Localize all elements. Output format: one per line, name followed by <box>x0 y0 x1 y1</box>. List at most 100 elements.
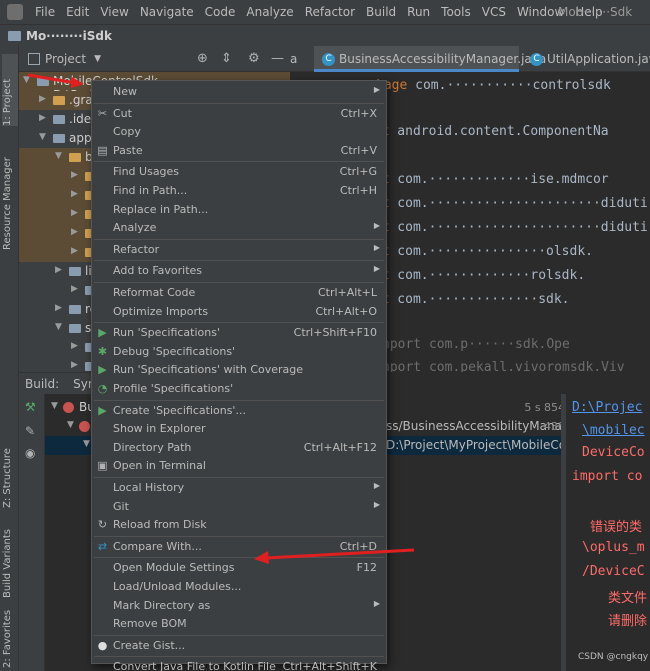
tab-label: BusinessAccessibilityManager.java <box>339 52 547 66</box>
tab-project[interactable]: 1: Project <box>2 54 18 126</box>
menu-separator <box>94 634 384 636</box>
menu-code[interactable]: Code <box>199 0 241 24</box>
menu-item-label: Mark Directory as <box>113 598 211 612</box>
menu-build[interactable]: Build <box>360 0 401 24</box>
tab-business-accessibility-manager[interactable]: C BusinessAccessibilityManager.java <box>314 46 546 72</box>
menu-separator <box>94 535 384 537</box>
tab-build-variants[interactable]: Build Variants <box>2 508 18 598</box>
eye-icon[interactable]: ◉ <box>25 446 35 460</box>
menu-item-replace-in-path[interactable]: Replace in Path... <box>92 201 386 220</box>
expand-arrow-icon[interactable]: ▶ <box>71 284 78 294</box>
code-text: com.·············rolsdk. <box>389 268 586 283</box>
chevron-down-icon[interactable]: ▼ <box>94 54 101 64</box>
menu-item-mark-directory-as[interactable]: Mark Directory as ▶ <box>92 597 386 616</box>
expand-arrow-icon[interactable]: ▶ <box>71 360 78 370</box>
menu-vcs[interactable]: VCS <box>476 0 511 24</box>
menu-item-git[interactable]: Git ▶ <box>92 498 386 517</box>
submenu-arrow-icon: ▶ <box>373 85 380 94</box>
code-line: ort com.···············olsdk. <box>366 244 593 259</box>
menu-file[interactable]: File <box>29 0 60 24</box>
expand-arrow-icon[interactable]: ▶ <box>39 113 46 123</box>
menu-analyze[interactable]: Analyze <box>240 0 298 24</box>
menu-item-open-in-terminal[interactable]: ▣ Open in Terminal <box>92 457 386 476</box>
menu-separator <box>94 238 384 240</box>
hammer-icon[interactable]: ⚒ <box>25 400 36 414</box>
expand-arrow-icon[interactable]: ▶ <box>71 246 78 256</box>
menu-item-remove-bom[interactable]: Remove BOM <box>92 615 386 634</box>
menu-item-label: Create 'Specifications'... <box>113 403 246 417</box>
menu-item-create-specifications[interactable]: ▶ Create 'Specifications'... <box>92 402 386 421</box>
class-icon: C <box>530 53 543 66</box>
menu-run[interactable]: Run <box>401 0 435 24</box>
menu-item-refactor[interactable]: Refactor ▶ <box>92 241 386 260</box>
menu-item-load-unload-modules[interactable]: Load/Unload Modules... <box>92 578 386 597</box>
expand-arrow-icon[interactable]: ▼ <box>55 151 62 161</box>
menu-item-icon: ▣ <box>97 459 108 473</box>
code-line: ort com.·············ise.mdmcor <box>366 172 609 187</box>
breadcrumb-project[interactable]: Mo········iSdk <box>26 29 112 43</box>
expand-arrow-icon[interactable]: ▶ <box>71 208 78 218</box>
expand-arrow-icon[interactable]: ▶ <box>39 94 46 104</box>
output-line[interactable]: D:\Projec <box>572 400 642 415</box>
menu-item-create-gist[interactable]: ● Create Gist... <box>92 637 386 656</box>
expand-arrow-icon[interactable]: ▶ <box>55 265 62 275</box>
menu-item-icon: ✱ <box>97 344 108 358</box>
menu-refactor[interactable]: Refactor <box>299 0 360 24</box>
menu-item-local-history[interactable]: Local History ▶ <box>92 479 386 498</box>
menu-item-optimize-imports[interactable]: Optimize Imports Ctrl+Alt+O <box>92 303 386 322</box>
expand-arrow-icon[interactable]: ▶ <box>71 341 78 351</box>
tab-favorites[interactable]: 2: Favorites <box>2 598 18 668</box>
menu-tools[interactable]: Tools <box>435 0 476 24</box>
menu-item-label: Paste <box>113 143 143 157</box>
expand-arrow-icon[interactable]: ▼ <box>39 132 46 142</box>
menu-item-find-in-path[interactable]: Find in Path... Ctrl+H <box>92 182 386 201</box>
menu-item-reload-from-disk[interactable]: ↻ Reload from Disk <box>92 516 386 535</box>
menu-item-paste[interactable]: ▤ Paste Ctrl+V <box>92 142 386 161</box>
menu-item-reformat-code[interactable]: Reformat Code Ctrl+Alt+L <box>92 284 386 303</box>
output-line: /DeviceC <box>582 564 645 579</box>
menu-item-find-usages[interactable]: Find Usages Ctrl+G <box>92 163 386 182</box>
menu-navigate[interactable]: Navigate <box>134 0 199 24</box>
menu-item-profile-specifications[interactable]: ◔ Profile 'Specifications' <box>92 380 386 399</box>
menu-item-debug-specifications[interactable]: ✱ Debug 'Specifications' <box>92 343 386 362</box>
tab-util-application[interactable]: C UtilApplication.java <box>522 46 650 72</box>
expand-arrow-icon[interactable]: ▼ <box>67 420 74 430</box>
menu-item-directory-path[interactable]: Directory Path Ctrl+Alt+F12 <box>92 439 386 458</box>
menu-edit[interactable]: Edit <box>60 0 94 24</box>
code-line: ort com.······················diduti <box>366 196 648 211</box>
output-line[interactable]: \mobilec <box>582 423 645 438</box>
expand-arrow-icon[interactable]: ▶ <box>71 227 78 237</box>
menu-item-add-to-favorites[interactable]: Add to Favorites ▶ <box>92 262 386 281</box>
expand-arrow-icon[interactable]: ▼ <box>51 401 58 411</box>
menu-item-run-specifications[interactable]: ▶ Run 'Specifications' Ctrl+Shift+F10 <box>92 324 386 343</box>
menu-view[interactable]: View <box>94 0 133 24</box>
gear-icon[interactable]: ⚙ <box>248 51 260 66</box>
expand-arrow-icon[interactable]: ▼ <box>55 322 62 332</box>
menu-item-analyze[interactable]: Analyze ▶ <box>92 219 386 238</box>
code-text: nport com.pekall.vivoromsdk.Viv <box>382 360 625 372</box>
menu-item-shortcut: Ctrl+Alt+Shift+K <box>282 660 377 671</box>
menu-item-cut[interactable]: ✂ Cut Ctrl+X <box>92 105 386 124</box>
project-panel-title[interactable]: Project <box>45 52 86 66</box>
expand-arrow-icon[interactable]: ▶ <box>71 189 78 199</box>
collapse-all-icon[interactable]: ⇕ <box>221 51 232 66</box>
menu-separator <box>94 102 384 104</box>
expand-arrow-icon[interactable]: ▼ <box>83 439 90 449</box>
menu-item-run-specifications-with-coverage[interactable]: ▶ Run 'Specifications' with Coverage <box>92 361 386 380</box>
code-text: com.···········controlsdk <box>407 78 611 93</box>
pin-icon[interactable]: ✎ <box>25 424 35 438</box>
code-line: ort android.content.ComponentNa <box>366 124 609 139</box>
tab-resource-manager[interactable]: Resource Manager <box>2 140 18 250</box>
hide-panel-icon[interactable]: — <box>271 51 284 66</box>
locate-icon[interactable]: ⊕ <box>197 51 208 66</box>
expand-arrow-icon[interactable]: ▶ <box>55 303 62 313</box>
tab-editor-first[interactable]: a <box>290 46 310 72</box>
menu-item-label: Local History <box>113 481 185 494</box>
menu-item-label: New <box>113 85 137 98</box>
menu-item-show-in-explorer[interactable]: Show in Explorer <box>92 420 386 439</box>
tab-structure[interactable]: Z: Structure <box>2 418 18 508</box>
menu-item-copy[interactable]: Copy <box>92 123 386 142</box>
menu-item-convert-java-file-to-kotlin-file[interactable]: Convert Java File to Kotlin File Ctrl+Alt… <box>92 658 386 671</box>
menu-item-new[interactable]: New ▶ <box>92 83 386 102</box>
expand-arrow-icon[interactable]: ▶ <box>71 170 78 180</box>
